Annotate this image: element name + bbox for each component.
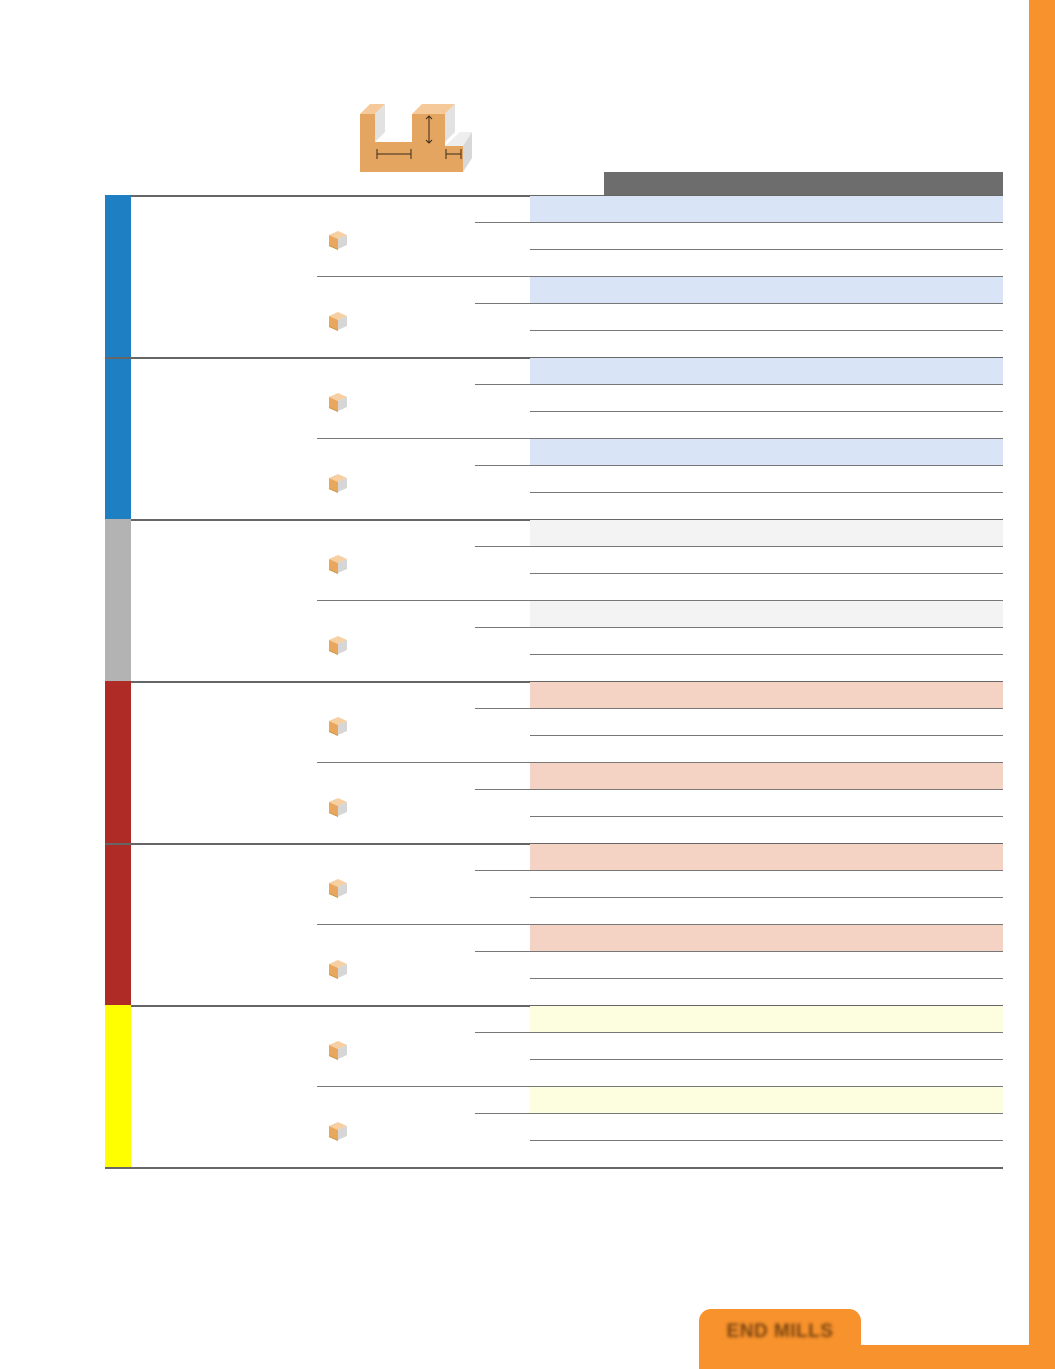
row-divider	[530, 492, 1003, 493]
row-divider	[475, 870, 1003, 871]
tool-box-icon	[329, 636, 347, 655]
highlight-row	[530, 1006, 1003, 1032]
row-divider	[475, 384, 1003, 385]
row-divider	[530, 411, 1003, 412]
tool-box-icon	[329, 393, 347, 412]
row-divider	[530, 330, 1003, 331]
highlight-row	[530, 682, 1003, 708]
spec-table	[105, 195, 1003, 1169]
row-divider	[475, 951, 1003, 952]
row-divider	[530, 816, 1003, 817]
highlight-row	[530, 601, 1003, 627]
highlight-row	[530, 763, 1003, 789]
highlight-row	[530, 925, 1003, 951]
group-divider	[105, 1167, 1003, 1169]
tool-box-icon	[329, 879, 347, 898]
row-divider	[530, 1140, 1003, 1141]
tool-box-icon	[329, 798, 347, 817]
tool-box-icon	[329, 555, 347, 574]
section-tab[interactable]: END MILLS	[699, 1309, 861, 1369]
highlight-row	[530, 520, 1003, 546]
highlight-row	[530, 844, 1003, 870]
row-divider	[475, 708, 1003, 709]
table-header-bar	[604, 172, 1003, 196]
section-tab-label: END MILLS	[726, 1321, 834, 1342]
row-divider	[530, 573, 1003, 574]
end-mill-cutting-profile-icon	[360, 104, 472, 172]
highlight-row	[530, 1087, 1003, 1113]
category-color-band	[105, 519, 131, 681]
tool-box-icon	[329, 474, 347, 493]
row-divider	[530, 978, 1003, 979]
row-divider	[530, 1059, 1003, 1060]
highlight-row	[530, 358, 1003, 384]
row-divider	[475, 546, 1003, 547]
row-divider	[530, 735, 1003, 736]
category-color-band	[105, 1005, 131, 1167]
row-divider	[530, 897, 1003, 898]
row-divider	[475, 1032, 1003, 1033]
tool-box-icon	[329, 1122, 347, 1141]
row-divider	[475, 303, 1003, 304]
row-divider	[475, 627, 1003, 628]
highlight-row	[530, 439, 1003, 465]
highlight-row	[530, 277, 1003, 303]
page-bottom-frame	[861, 1345, 1029, 1369]
highlight-row	[530, 196, 1003, 222]
tool-box-icon	[329, 960, 347, 979]
row-divider	[475, 789, 1003, 790]
row-divider	[475, 222, 1003, 223]
row-divider	[475, 465, 1003, 466]
row-divider	[530, 654, 1003, 655]
tool-box-icon	[329, 717, 347, 736]
page-edge-bar	[1029, 0, 1055, 1369]
row-divider	[475, 1113, 1003, 1114]
tool-box-icon	[329, 1041, 347, 1060]
tool-box-icon	[329, 231, 347, 250]
row-divider	[530, 249, 1003, 250]
tool-box-icon	[329, 312, 347, 331]
